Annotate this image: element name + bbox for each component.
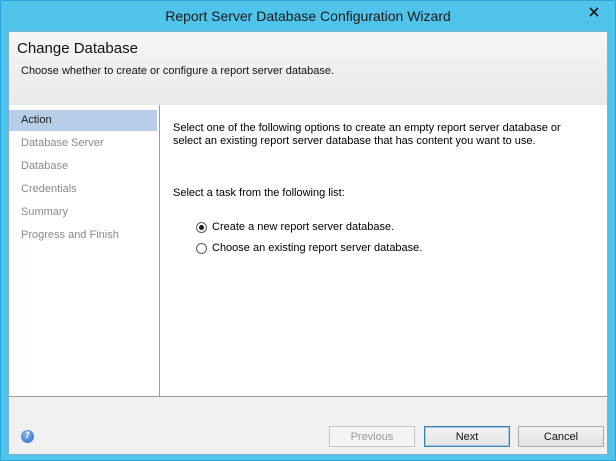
nav-item-progress-and-finish[interactable]: Progress and Finish — [9, 225, 157, 246]
radio-choose-existing[interactable] — [196, 242, 207, 254]
previous-button[interactable]: Previous — [329, 426, 415, 447]
nav-item-credentials[interactable]: Credentials — [9, 179, 157, 200]
help-icon[interactable]: ? — [21, 430, 34, 443]
intro-text: Select one of the following options to c… — [173, 122, 561, 147]
wizard-footer: ? Previous Next Cancel — [9, 397, 607, 454]
nav-item-summary[interactable]: Summary — [9, 202, 157, 223]
step-content: Select one of the following options to c… — [160, 105, 607, 396]
next-button[interactable]: Next — [424, 426, 510, 447]
option-create-new-label[interactable]: Create a new report server database. — [212, 221, 394, 233]
option-choose-existing[interactable]: Choose an existing report server databas… — [196, 240, 422, 256]
wizard-body: Action Database Server Database Credenti… — [9, 105, 607, 397]
step-nav: Action Database Server Database Credenti… — [9, 105, 160, 396]
page-title: Change Database — [17, 40, 138, 57]
cancel-button[interactable]: Cancel — [518, 426, 604, 447]
close-icon — [589, 6, 599, 17]
radio-create-new[interactable] — [196, 221, 207, 233]
nav-item-action[interactable]: Action — [9, 110, 157, 131]
close-button[interactable] — [579, 1, 609, 22]
window-title: Report Server Database Configuration Wiz… — [165, 8, 451, 24]
nav-item-database-server[interactable]: Database Server — [9, 133, 157, 154]
option-choose-existing-label[interactable]: Choose an existing report server databas… — [212, 242, 422, 254]
task-label: Select a task from the following list: — [173, 187, 345, 199]
wizard-window: Report Server Database Configuration Wiz… — [0, 0, 616, 461]
page-subtitle: Choose whether to create or configure a … — [21, 65, 335, 77]
nav-item-database[interactable]: Database — [9, 156, 157, 177]
option-create-new[interactable]: Create a new report server database. — [196, 219, 394, 235]
wizard-client: Change Database Choose whether to create… — [8, 31, 608, 455]
title-bar[interactable]: Report Server Database Configuration Wiz… — [1, 1, 615, 31]
page-header: Change Database Choose whether to create… — [9, 32, 607, 106]
